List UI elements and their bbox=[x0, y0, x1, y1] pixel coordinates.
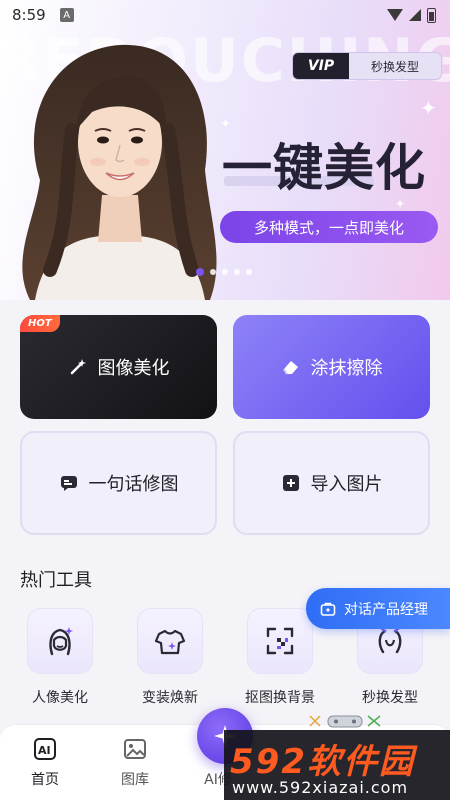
hot-tool-portrait-beautify[interactable]: 人像美化 bbox=[15, 608, 105, 707]
import-image-label: 导入图片 bbox=[310, 474, 383, 495]
hot-tool-label: 变装焕新 bbox=[142, 690, 198, 706]
carousel-dot bbox=[196, 268, 204, 276]
watermark-url: www.592xiazai.com bbox=[232, 778, 409, 797]
vip-tag: VIP bbox=[293, 53, 349, 79]
carousel-indicator bbox=[196, 268, 252, 276]
plus-square-icon bbox=[281, 473, 301, 493]
gamepad-icon bbox=[309, 715, 381, 728]
hero-banner[interactable]: REDOUCHING VIP 秒换发型 ✦ ✦ ✦ 一键美化 多种模式，一点即美… bbox=[0, 0, 450, 300]
svg-text:AI: AI bbox=[38, 744, 51, 757]
shirt-icon bbox=[154, 629, 186, 655]
hot-tool-label: 人像美化 bbox=[32, 690, 88, 706]
chat-bubble-icon bbox=[59, 473, 79, 493]
image-gallery-icon bbox=[123, 737, 147, 761]
carousel-dot bbox=[234, 269, 240, 275]
hot-tool-label: 抠图换背景 bbox=[245, 690, 315, 706]
nav-gallery-label: 图库 bbox=[121, 772, 149, 788]
image-beautify-label: 图像美化 bbox=[97, 358, 170, 379]
contact-product-manager-label: 对话产品经理 bbox=[344, 601, 428, 618]
nav-home[interactable]: AI 首页 bbox=[15, 737, 75, 789]
status-bar: 8:59 A bbox=[0, 0, 450, 30]
portrait-image bbox=[22, 44, 217, 300]
cutout-icon bbox=[266, 627, 294, 655]
one-sentence-edit-label: 一句话修图 bbox=[88, 474, 179, 495]
wifi-icon bbox=[387, 9, 403, 21]
one-sentence-edit-button[interactable]: 一句话修图 bbox=[20, 431, 217, 535]
briefcase-icon bbox=[320, 602, 336, 616]
carousel-dot bbox=[210, 269, 216, 275]
battery-icon bbox=[427, 7, 436, 23]
carousel-dot bbox=[246, 269, 252, 275]
eraser-icon bbox=[281, 357, 301, 377]
banner-title: 一键美化 bbox=[222, 139, 426, 197]
portrait-icon bbox=[49, 627, 73, 656]
watermark: 592软件园 www.592xiazai.com bbox=[224, 730, 450, 800]
erase-label: 涂抹擦除 bbox=[310, 358, 383, 379]
nav-gallery[interactable]: 图库 bbox=[105, 737, 165, 789]
hot-tool-outfit-change[interactable]: 变装焕新 bbox=[125, 608, 215, 707]
carousel-dot bbox=[222, 269, 228, 275]
banner-subtitle-pill: 多种模式，一点即美化 bbox=[220, 211, 438, 243]
erase-button[interactable]: 涂抹擦除 bbox=[233, 315, 430, 419]
vip-feature-text: 秒换发型 bbox=[370, 59, 419, 74]
watermark-brand: 592软件园 bbox=[230, 742, 415, 782]
hot-tools-heading: 热门工具 bbox=[20, 570, 92, 591]
sparkle-icon: ✦ bbox=[420, 96, 437, 120]
hairstyle-icon bbox=[378, 627, 402, 654]
hot-tool-label: 秒换发型 bbox=[362, 690, 418, 706]
hot-badge: HOT bbox=[20, 315, 60, 332]
magic-wand-icon bbox=[68, 357, 88, 377]
contact-product-manager-button[interactable]: 对话产品经理 bbox=[306, 588, 450, 629]
vip-hairstyle-badge[interactable]: VIP 秒换发型 bbox=[292, 52, 442, 80]
import-image-button[interactable]: 导入图片 bbox=[233, 431, 430, 535]
signal-icon bbox=[409, 9, 421, 21]
status-time: 8:59 bbox=[12, 6, 46, 24]
nav-home-label: 首页 bbox=[31, 772, 59, 788]
ai-home-icon: AI bbox=[33, 737, 57, 761]
notification-icon: A bbox=[59, 8, 74, 22]
